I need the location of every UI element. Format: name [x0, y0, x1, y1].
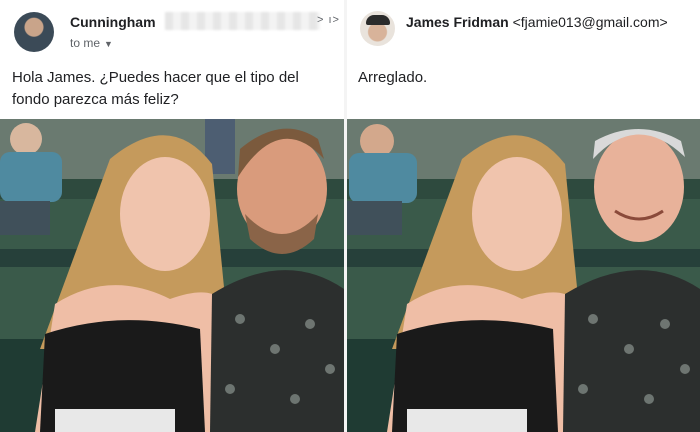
sender-name[interactable]: Cunningham: [70, 14, 156, 30]
recipient-line[interactable]: to me ▼: [70, 36, 113, 50]
message-body: Hola James. ¿Puedes hacer que el tipo de…: [12, 69, 299, 108]
sender-avatar[interactable]: [14, 12, 54, 52]
sender-avatar[interactable]: [360, 11, 395, 46]
reply-arrows-icon[interactable]: > ı>: [317, 14, 340, 26]
attached-photo-edited: [347, 119, 700, 432]
message-body: Arreglado.: [358, 69, 428, 86]
attached-photo-original: [0, 119, 344, 432]
original-email-panel: Cunningham > ı> to me ▼ Hola James. ¿Pued…: [0, 0, 344, 432]
chevron-down-icon[interactable]: ▼: [104, 39, 113, 49]
reply-email-panel: James Fridman <fjamie013@gmail.com> Arre…: [347, 0, 700, 432]
redacted-sender-email: [165, 12, 320, 30]
sender-email: <fjamie013@gmail.com>: [512, 14, 668, 30]
sender-name: James Fridman: [406, 14, 509, 30]
sender-line[interactable]: James Fridman <fjamie013@gmail.com>: [406, 14, 668, 30]
hat-icon: [366, 15, 390, 25]
recipient-label: to me: [70, 36, 101, 50]
